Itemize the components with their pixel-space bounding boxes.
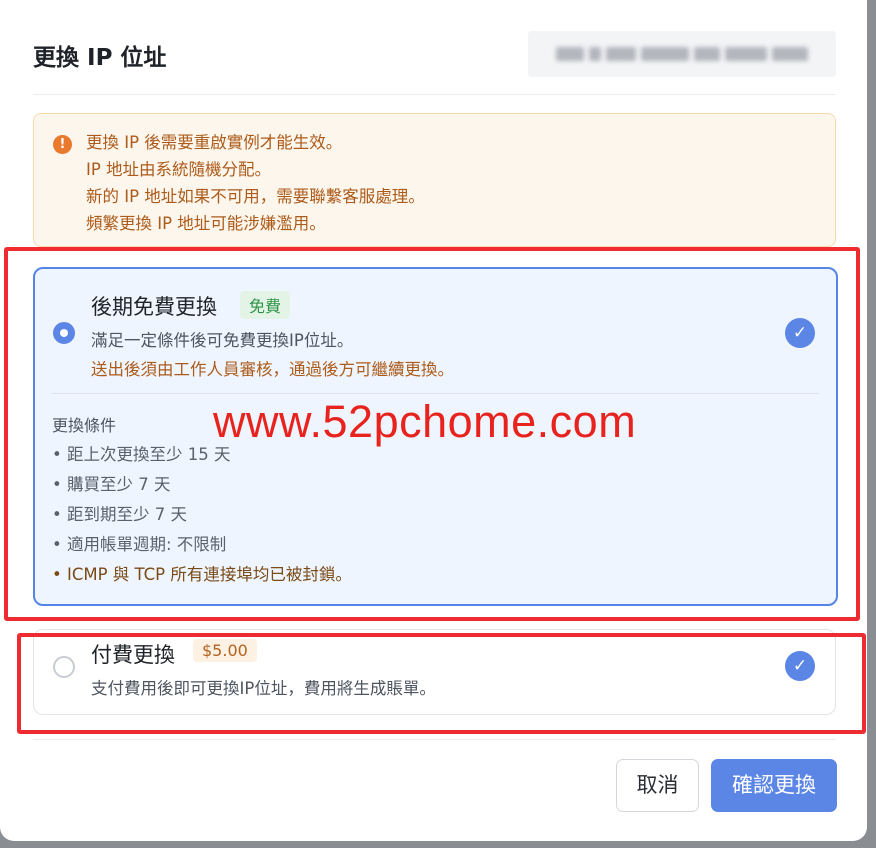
current-ip-redacted	[528, 31, 836, 77]
footer-divider	[33, 739, 836, 740]
change-ip-dialog: 更換 IP 位址 ! 更換 IP 後需要重啟實例才能生效。 IP 地址由系統隨機…	[0, 0, 867, 841]
dialog-title: 更換 IP 位址	[33, 45, 167, 71]
notice-line: IP 地址由系統隨機分配。	[86, 160, 272, 179]
condition-item: • 距到期至少 7 天	[52, 505, 187, 524]
condition-item: • 適用帳單週期: 不限制	[52, 535, 227, 554]
confirm-change-button[interactable]: 確認更換	[711, 759, 837, 812]
option-divider	[52, 393, 819, 394]
option-description: 滿足一定條件後可免費更換IP位址。	[91, 331, 354, 350]
notice-line: 更換 IP 後需要重啟實例才能生效。	[86, 133, 343, 152]
title-divider	[33, 94, 836, 95]
watermark-text: www.52pchome.com	[213, 396, 637, 447]
option-paid-change[interactable]: 付費更換 $5.00 支付費用後即可更換IP位址，費用將生成賬單。 ✓	[33, 629, 836, 715]
conditions-heading: 更換條件	[52, 416, 117, 435]
free-badge: 免費	[240, 291, 291, 319]
check-icon: ✓	[785, 318, 815, 348]
notice-line: 新的 IP 地址如果不可用，需要聯繫客服處理。	[86, 187, 425, 206]
radio-unselected[interactable]	[53, 656, 75, 678]
conditions-list: • 距上次更換至少 15 天 • 購買至少 7 天 • 距到期至少 7 天 • …	[52, 440, 352, 590]
option-title: 付費更換	[91, 643, 175, 667]
option-review-note: 送出後須由工作人員審核，通過後方可繼續更換。	[91, 360, 454, 379]
price-badge: $5.00	[193, 639, 257, 662]
notice-box: ! 更換 IP 後需要重啟實例才能生效。 IP 地址由系統隨機分配。 新的 IP…	[33, 113, 836, 247]
condition-item-warning: • ICMP 與 TCP 所有連接埠均已被封鎖。	[52, 565, 352, 584]
exclamation-icon: !	[53, 135, 72, 154]
option-description: 支付費用後即可更換IP位址，費用將生成賬單。	[91, 679, 436, 698]
check-icon: ✓	[785, 651, 815, 681]
radio-selected[interactable]	[53, 322, 75, 344]
notice-line: 頻繁更換 IP 地址可能涉嫌濫用。	[86, 214, 326, 233]
condition-item: • 購買至少 7 天	[52, 475, 171, 494]
option-title: 後期免費更換	[91, 295, 217, 319]
cancel-button[interactable]: 取消	[616, 759, 699, 812]
